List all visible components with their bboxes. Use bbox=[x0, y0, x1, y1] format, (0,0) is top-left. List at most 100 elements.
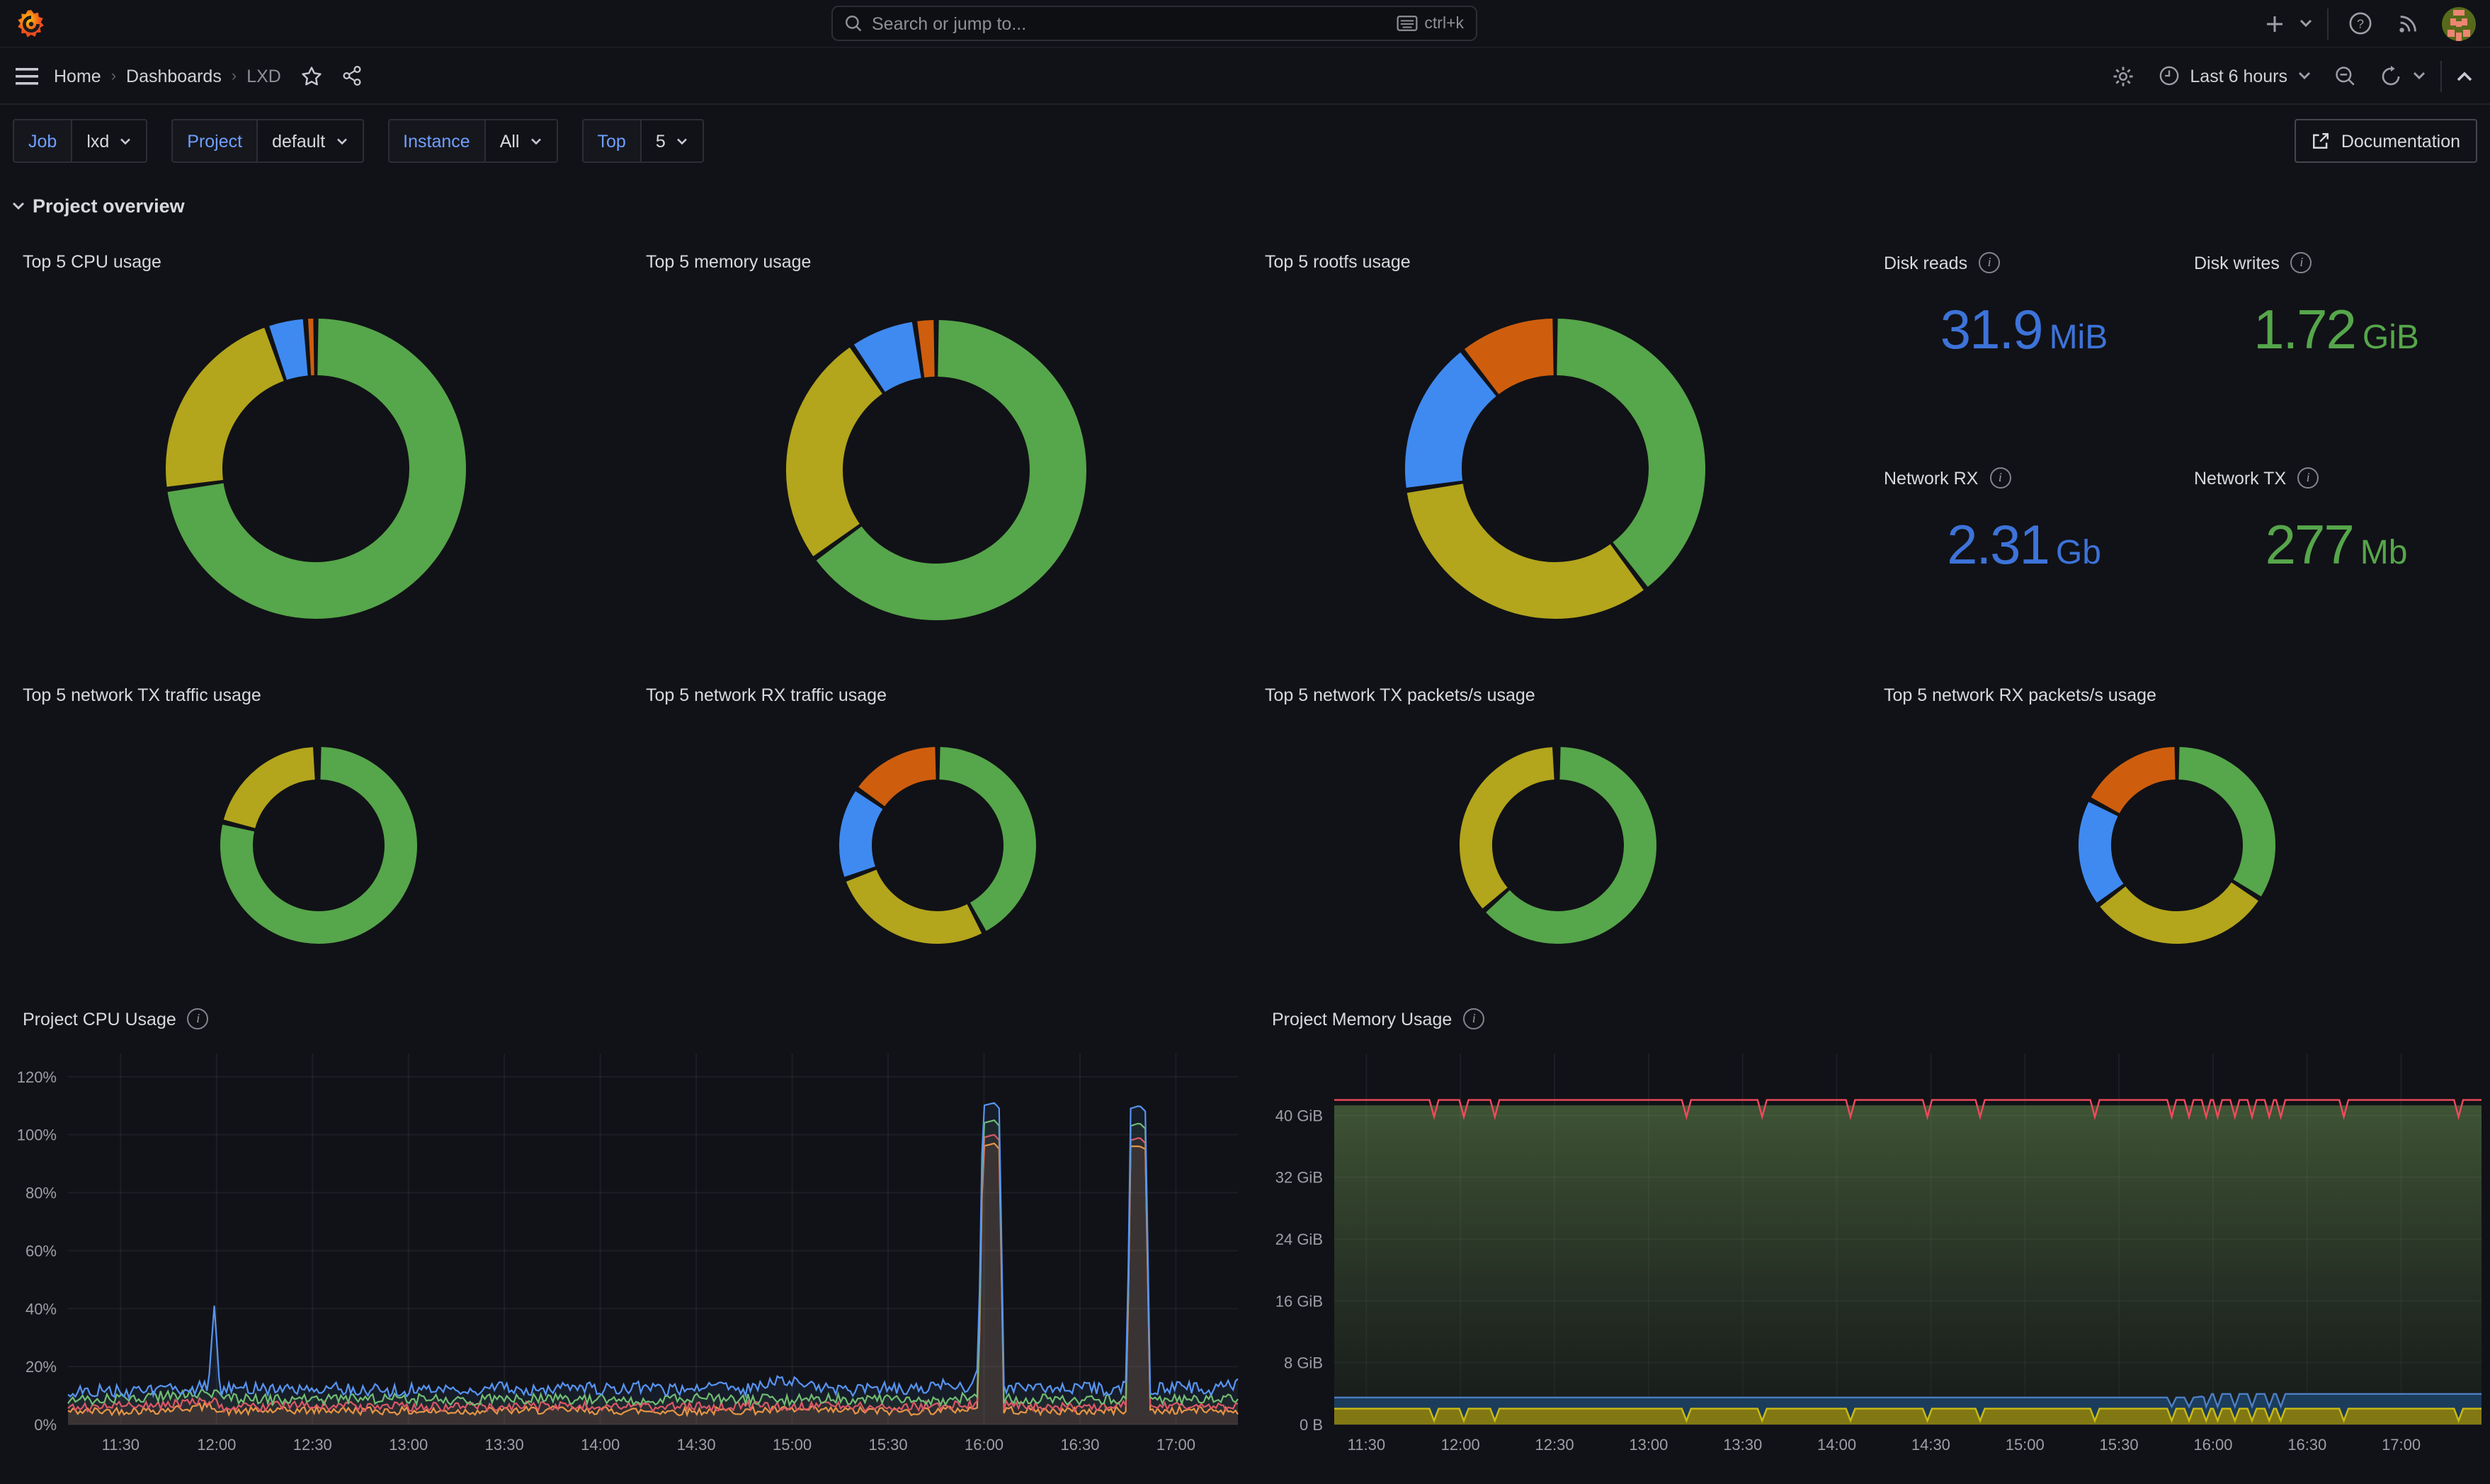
svg-text:17:00: 17:00 bbox=[2382, 1436, 2421, 1454]
panel-title[interactable]: Top 5 rootfs usage bbox=[1265, 252, 1411, 272]
panel-network-tx[interactable]: Network TXi 277Mb bbox=[2183, 459, 2490, 666]
panel-net-rx-packets[interactable]: Top 5 network RX packets/s usage bbox=[1872, 677, 2490, 986]
panel-top5-memory[interactable]: Top 5 memory usage bbox=[635, 244, 1244, 666]
filter-project-label[interactable]: Project bbox=[171, 119, 258, 163]
cpu-usage-chart[interactable]: 0%20%40%60%80%100%120%11:3012:0012:3013:… bbox=[11, 1000, 1246, 1467]
add-chevron-down-icon[interactable] bbox=[2299, 18, 2313, 28]
filter-project-select[interactable]: default bbox=[256, 119, 363, 163]
panel-net-tx-packets[interactable]: Top 5 network TX packets/s usage bbox=[1253, 677, 1863, 986]
chevron-down-icon bbox=[530, 137, 542, 145]
add-icon[interactable] bbox=[2261, 13, 2289, 33]
menu-icon[interactable] bbox=[0, 67, 54, 84]
panel-title[interactable]: Top 5 network RX packets/s usage bbox=[1884, 685, 2156, 705]
dashboard-settings-gear-icon[interactable] bbox=[2105, 64, 2142, 87]
breadcrumb-separator: › bbox=[111, 67, 116, 84]
svg-text:16:30: 16:30 bbox=[1060, 1436, 1099, 1454]
stat-value: 277Mb bbox=[2183, 515, 2490, 578]
help-icon[interactable]: ? bbox=[2343, 11, 2377, 35]
breadcrumb-separator: › bbox=[232, 67, 237, 84]
donut-chart-net-tx-traffic[interactable] bbox=[217, 743, 421, 947]
svg-text:16:00: 16:00 bbox=[2193, 1436, 2232, 1454]
top-bar: Search or jump to... ctrl+k ? bbox=[0, 0, 2490, 48]
section-project-overview[interactable]: Project overview bbox=[11, 195, 185, 217]
info-icon[interactable]: i bbox=[1989, 467, 2011, 489]
svg-text:13:30: 13:30 bbox=[1723, 1436, 1762, 1454]
svg-text:16:30: 16:30 bbox=[2287, 1436, 2326, 1454]
filter-top: Top 5 bbox=[582, 119, 704, 163]
donut-chart-cpu[interactable] bbox=[163, 316, 469, 622]
filter-job-label[interactable]: Job bbox=[13, 119, 72, 163]
filter-job: Job lxd bbox=[13, 119, 147, 163]
stat-value: 1.72GiB bbox=[2183, 300, 2490, 363]
info-icon[interactable]: i bbox=[2297, 467, 2319, 489]
panel-project-cpu-usage[interactable]: Project CPU Usagei 0%20%40%60%80%100%120… bbox=[11, 1000, 1246, 1478]
panel-title[interactable]: Top 5 CPU usage bbox=[23, 252, 161, 272]
panel-title[interactable]: Top 5 network TX packets/s usage bbox=[1265, 685, 1535, 705]
donut-chart-net-rx-traffic[interactable] bbox=[836, 743, 1040, 947]
memory-usage-chart[interactable]: 0 B8 GiB16 GiB24 GiB32 GiB40 GiB11:3012:… bbox=[1261, 1000, 2490, 1467]
panel-top5-rootfs[interactable]: Top 5 rootfs usage bbox=[1253, 244, 1863, 666]
time-range-chevron-down-icon[interactable] bbox=[2297, 71, 2312, 81]
refresh-icon[interactable] bbox=[2380, 64, 2402, 87]
panel-title[interactable]: Disk writesi bbox=[2194, 252, 2312, 273]
panel-disk-reads[interactable]: Disk readsi 31.9MiB bbox=[1872, 244, 2176, 450]
favorite-star-icon[interactable] bbox=[301, 64, 324, 87]
search-input[interactable]: Search or jump to... ctrl+k bbox=[831, 6, 1477, 41]
share-icon[interactable] bbox=[342, 65, 363, 86]
panel-title[interactable]: Top 5 memory usage bbox=[646, 252, 811, 272]
filter-instance-select[interactable]: All bbox=[484, 119, 558, 163]
section-chevron-down-icon bbox=[11, 201, 25, 211]
svg-text:40%: 40% bbox=[25, 1300, 57, 1318]
svg-text:13:30: 13:30 bbox=[485, 1436, 524, 1454]
filter-top-select[interactable]: 5 bbox=[640, 119, 704, 163]
svg-text:14:30: 14:30 bbox=[1911, 1436, 1950, 1454]
svg-text:20%: 20% bbox=[25, 1358, 57, 1376]
donut-chart-net-tx-packets[interactable] bbox=[1456, 743, 1660, 947]
svg-text:12:30: 12:30 bbox=[1535, 1436, 1574, 1454]
svg-text:14:00: 14:00 bbox=[581, 1436, 620, 1454]
time-range-picker[interactable]: Last 6 hours bbox=[2190, 66, 2287, 86]
info-icon[interactable]: i bbox=[2291, 252, 2312, 273]
avatar[interactable] bbox=[2442, 6, 2476, 40]
grafana-logo[interactable] bbox=[14, 7, 47, 40]
svg-text:12:30: 12:30 bbox=[293, 1436, 332, 1454]
svg-text:17:00: 17:00 bbox=[1156, 1436, 1195, 1454]
svg-text:15:00: 15:00 bbox=[773, 1436, 812, 1454]
svg-text:15:00: 15:00 bbox=[2006, 1436, 2045, 1454]
panel-title[interactable]: Network TXi bbox=[2194, 467, 2319, 489]
filter-job-select[interactable]: lxd bbox=[71, 119, 147, 163]
breadcrumb-home[interactable]: Home bbox=[54, 66, 101, 86]
documentation-button[interactable]: Documentation bbox=[2295, 119, 2477, 163]
refresh-interval-chevron-down-icon[interactable] bbox=[2412, 71, 2426, 81]
clock-icon bbox=[2159, 65, 2180, 86]
svg-text:8 GiB: 8 GiB bbox=[1284, 1354, 1323, 1372]
zoom-out-icon[interactable] bbox=[2334, 64, 2357, 87]
filter-project: Project default bbox=[171, 119, 363, 163]
panel-top5-cpu[interactable]: Top 5 CPU usage bbox=[11, 244, 620, 666]
donut-chart-rootfs[interactable] bbox=[1402, 316, 1708, 622]
svg-text:12:00: 12:00 bbox=[1441, 1436, 1480, 1454]
panel-net-rx-traffic[interactable]: Top 5 network RX traffic usage bbox=[635, 677, 1244, 986]
panel-disk-writes[interactable]: Disk writesi 1.72GiB bbox=[2183, 244, 2490, 450]
info-icon[interactable]: i bbox=[1979, 252, 2000, 273]
panel-title[interactable]: Disk readsi bbox=[1884, 252, 2000, 273]
filter-top-label[interactable]: Top bbox=[582, 119, 642, 163]
svg-text:0%: 0% bbox=[34, 1416, 57, 1434]
filters-row: Job lxd Project default Instance All Top… bbox=[13, 119, 728, 163]
svg-text:80%: 80% bbox=[25, 1185, 57, 1202]
documentation-label: Documentation bbox=[2341, 131, 2460, 151]
breadcrumb-dashboards[interactable]: Dashboards bbox=[126, 66, 222, 86]
panel-net-tx-traffic[interactable]: Top 5 network TX traffic usage bbox=[11, 677, 620, 986]
panel-title[interactable]: Top 5 network TX traffic usage bbox=[23, 685, 261, 705]
filter-instance-label[interactable]: Instance bbox=[387, 119, 486, 163]
panel-network-rx[interactable]: Network RXi 2.31Gb bbox=[1872, 459, 2176, 666]
panel-title[interactable]: Network RXi bbox=[1884, 467, 2011, 489]
collapse-up-icon[interactable] bbox=[2456, 70, 2473, 81]
news-icon[interactable] bbox=[2388, 11, 2428, 35]
donut-chart-memory[interactable] bbox=[783, 317, 1089, 623]
svg-text:15:30: 15:30 bbox=[869, 1436, 908, 1454]
panel-project-memory-usage[interactable]: Project Memory Usagei 0 B8 GiB16 GiB24 G… bbox=[1261, 1000, 2490, 1478]
panel-title[interactable]: Top 5 network RX traffic usage bbox=[646, 685, 887, 705]
search-icon bbox=[843, 14, 862, 33]
donut-chart-net-rx-packets[interactable] bbox=[2075, 743, 2279, 947]
